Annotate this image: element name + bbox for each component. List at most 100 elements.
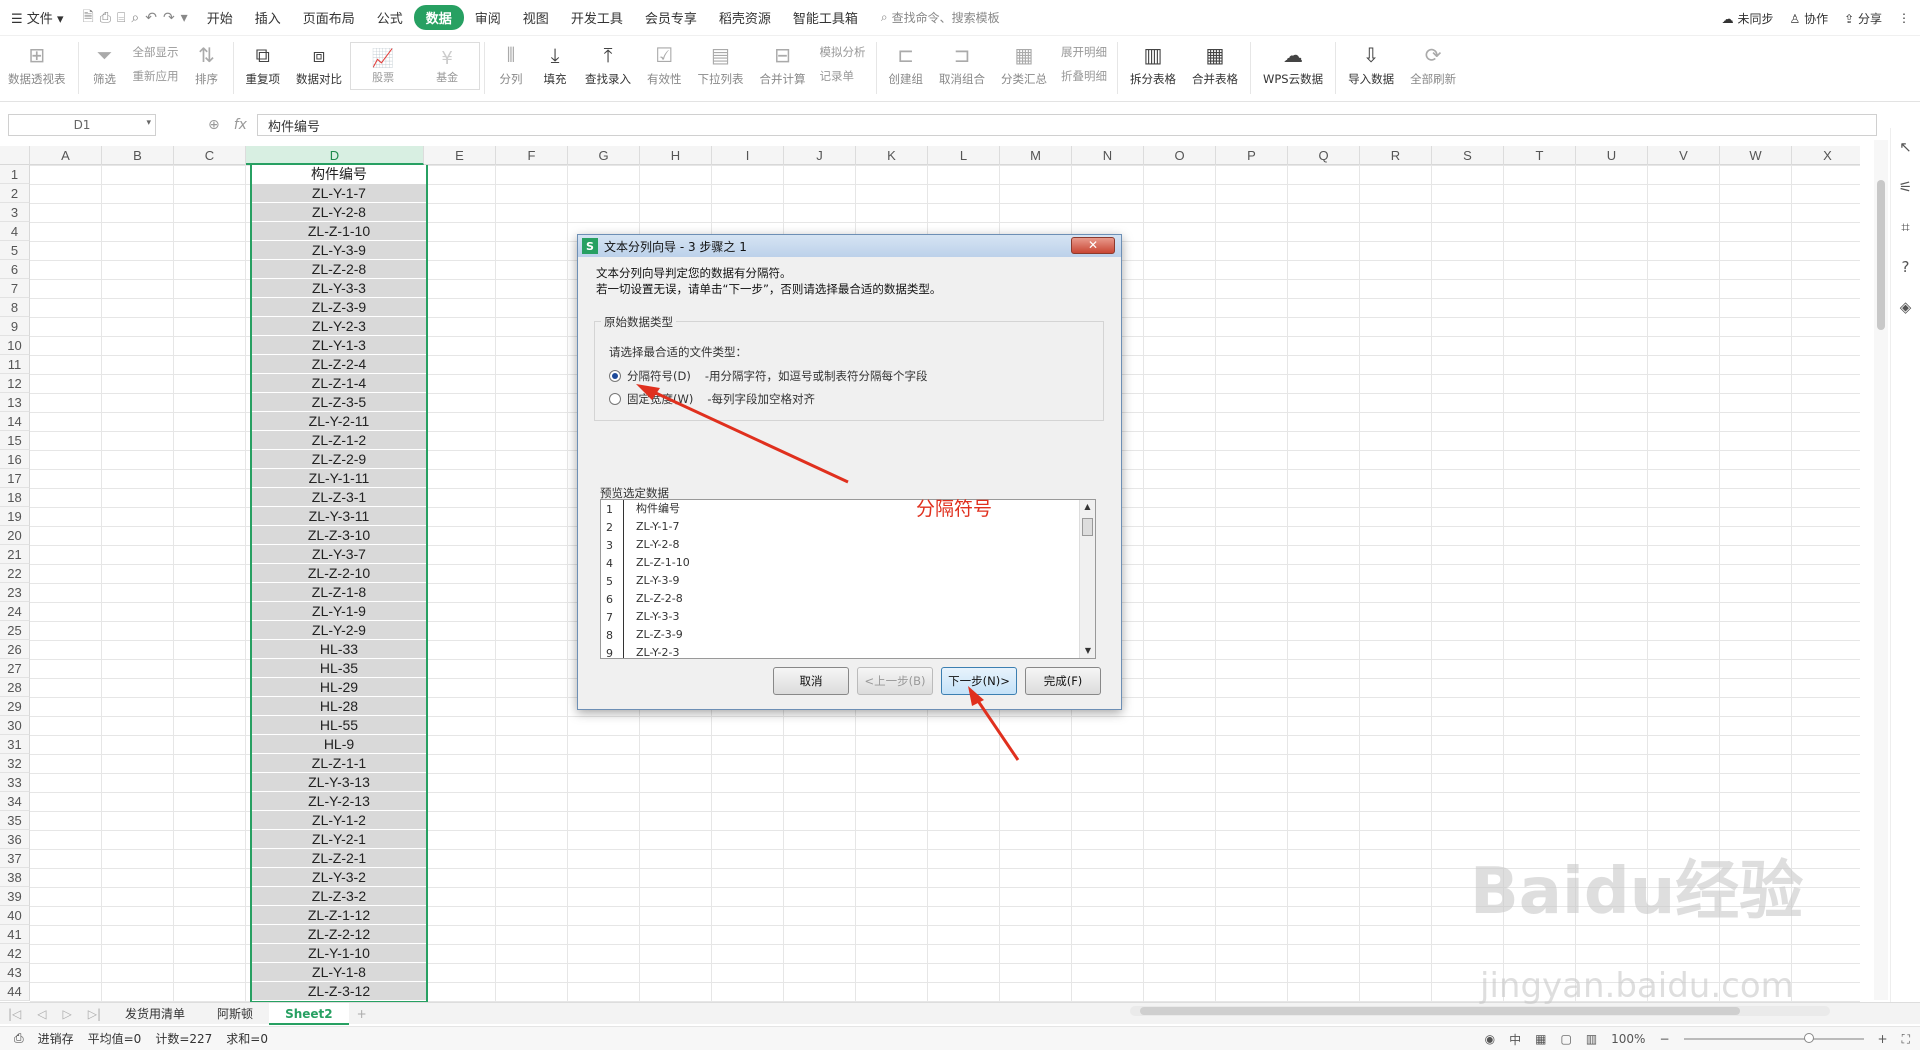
zoom-out-icon[interactable]: − bbox=[1659, 1032, 1669, 1046]
data-cell[interactable]: ZL-Y-2-13 bbox=[252, 792, 426, 811]
column-header-v[interactable]: V bbox=[1648, 146, 1720, 165]
data-cell[interactable]: HL-29 bbox=[252, 678, 426, 697]
row-header[interactable]: 14 bbox=[0, 412, 30, 431]
command-search[interactable]: ⌕ 查找命令、搜索模板 bbox=[881, 9, 1000, 26]
row-header[interactable]: 1 bbox=[0, 165, 30, 184]
data-cell[interactable]: HL-28 bbox=[252, 697, 426, 716]
undo-icon[interactable]: ↶ bbox=[145, 10, 157, 26]
page-layout-view-icon[interactable]: ▢ bbox=[1560, 1032, 1571, 1046]
row-header[interactable]: 42 bbox=[0, 944, 30, 963]
data-cell[interactable]: ZL-Z-2-8 bbox=[252, 260, 426, 279]
reapply-button[interactable]: 重新应用 bbox=[133, 68, 179, 84]
select-all-corner[interactable] bbox=[0, 146, 30, 165]
input-method-icon[interactable]: 中 bbox=[1509, 1031, 1521, 1048]
sync-button[interactable]: ☁ 未同步 bbox=[1722, 10, 1774, 27]
split-column-button[interactable]: ⫴ 分列 bbox=[489, 42, 533, 87]
finish-button[interactable]: 完成(F) bbox=[1025, 667, 1101, 695]
tab-member[interactable]: 会员专享 bbox=[634, 8, 708, 27]
share-button[interactable]: ⇪ 分享 bbox=[1844, 10, 1882, 27]
data-cell[interactable]: ZL-Z-3-1 bbox=[252, 488, 426, 507]
more-icon[interactable]: ▾ bbox=[181, 10, 188, 26]
tab-review[interactable]: 审阅 bbox=[464, 8, 512, 27]
row-header[interactable]: 8 bbox=[0, 298, 30, 317]
data-cell[interactable]: ZL-Z-1-10 bbox=[252, 222, 426, 241]
data-cell[interactable]: HL-33 bbox=[252, 640, 426, 659]
row-header[interactable]: 16 bbox=[0, 450, 30, 469]
name-box[interactable]: D1 ▾ bbox=[8, 114, 156, 136]
wps-cloud-data-button[interactable]: ☁ WPS云数据 bbox=[1255, 42, 1331, 87]
import-data-button[interactable]: ⇩ 导入数据 bbox=[1340, 42, 1402, 87]
data-cell[interactable]: ZL-Z-3-12 bbox=[252, 982, 426, 1001]
delimited-option[interactable]: 分隔符号(D) -用分隔字符，如逗号或制表符分隔每个字段 bbox=[609, 368, 927, 384]
print-icon[interactable]: ⌸ bbox=[117, 10, 125, 26]
row-header[interactable]: 2 bbox=[0, 184, 30, 203]
sheet-tab-1[interactable]: 发货用清单 bbox=[109, 1003, 201, 1025]
data-cell[interactable]: ZL-Z-1-12 bbox=[252, 906, 426, 925]
row-header[interactable]: 3 bbox=[0, 203, 30, 222]
add-sheet-icon[interactable]: + bbox=[349, 1007, 375, 1021]
header-cell[interactable]: 构件编号 bbox=[252, 165, 426, 184]
tab-page-layout[interactable]: 页面布局 bbox=[292, 8, 366, 27]
stocks-button[interactable]: 📈 股票 bbox=[372, 48, 394, 85]
tab-smart-tools[interactable]: 智能工具箱 bbox=[782, 8, 869, 27]
column-header-q[interactable]: Q bbox=[1288, 146, 1360, 165]
fixed-width-option[interactable]: 固定宽度(W) -每列字段加空格对齐 bbox=[609, 391, 815, 407]
export-pdf-icon[interactable]: ⎙ bbox=[100, 10, 111, 26]
lookup-entry-button[interactable]: ⤒ 查找录入 bbox=[577, 42, 639, 87]
data-cell[interactable]: ZL-Y-3-7 bbox=[252, 545, 426, 564]
sort-button[interactable]: ⇅ 排序 bbox=[185, 42, 229, 87]
formula-input[interactable]: 构件编号 bbox=[256, 114, 1877, 136]
row-header[interactable]: 9 bbox=[0, 317, 30, 336]
data-cell[interactable]: ZL-Y-3-13 bbox=[252, 773, 426, 792]
data-cell[interactable]: HL-9 bbox=[252, 735, 426, 754]
scroll-up-icon[interactable]: ▲ bbox=[1080, 500, 1095, 514]
tab-formulas[interactable]: 公式 bbox=[366, 8, 414, 27]
row-header[interactable]: 11 bbox=[0, 355, 30, 374]
zoom-icon[interactable]: ⊕ bbox=[208, 117, 220, 133]
prev-sheet-icon[interactable]: ◁ bbox=[29, 1007, 54, 1021]
cancel-button[interactable]: 取消 bbox=[773, 667, 849, 695]
settings-sliders-icon[interactable]: ⚟ bbox=[1899, 178, 1912, 196]
zoom-in-icon[interactable]: + bbox=[1878, 1032, 1888, 1046]
row-header[interactable]: 26 bbox=[0, 640, 30, 659]
column-header-n[interactable]: N bbox=[1072, 146, 1144, 165]
column-header-h[interactable]: H bbox=[640, 146, 712, 165]
fx-icon[interactable]: fx bbox=[234, 117, 247, 133]
data-cell[interactable]: ZL-Z-3-10 bbox=[252, 526, 426, 545]
row-header[interactable]: 38 bbox=[0, 868, 30, 887]
select-cursor-icon[interactable]: ↖ bbox=[1899, 138, 1912, 156]
preview-scrollbar[interactable]: ▲ ▼ bbox=[1079, 500, 1095, 658]
tab-docer[interactable]: 稻壳资源 bbox=[708, 8, 782, 27]
expand-detail-button[interactable]: 展开明细 bbox=[1061, 44, 1107, 60]
data-cell[interactable]: ZL-Y-1-11 bbox=[252, 469, 426, 488]
pivot-table-button[interactable]: ⊞ 数据透视表 bbox=[0, 42, 74, 87]
tab-developer[interactable]: 开发工具 bbox=[560, 8, 634, 27]
data-cell[interactable]: ZL-Z-3-2 bbox=[252, 887, 426, 906]
data-cell[interactable]: ZL-Y-1-2 bbox=[252, 811, 426, 830]
consolidate-button[interactable]: ⊟ 合并计算 bbox=[752, 42, 814, 87]
location-icon[interactable]: ◈ bbox=[1900, 298, 1912, 316]
row-header[interactable]: 33 bbox=[0, 773, 30, 792]
row-header[interactable]: 40 bbox=[0, 906, 30, 925]
row-header[interactable]: 22 bbox=[0, 564, 30, 583]
format-icon[interactable]: ⌗ bbox=[1901, 218, 1909, 236]
mode-label[interactable]: 进销存 bbox=[38, 1030, 74, 1047]
row-header[interactable]: 25 bbox=[0, 621, 30, 640]
merge-table-button[interactable]: ▦ 合并表格 bbox=[1184, 42, 1246, 87]
row-header[interactable]: 30 bbox=[0, 716, 30, 735]
row-header[interactable]: 44 bbox=[0, 982, 30, 1001]
row-header[interactable]: 24 bbox=[0, 602, 30, 621]
sheet-tab-2[interactable]: 阿斯顿 bbox=[201, 1003, 269, 1025]
column-header-a[interactable]: A bbox=[30, 146, 102, 165]
data-cell[interactable]: ZL-Z-2-10 bbox=[252, 564, 426, 583]
first-sheet-icon[interactable]: |◁ bbox=[0, 1007, 29, 1021]
data-cell[interactable]: ZL-Y-1-8 bbox=[252, 963, 426, 982]
zoom-slider[interactable] bbox=[1683, 1033, 1864, 1043]
column-header-m[interactable]: M bbox=[1000, 146, 1072, 165]
column-header-b[interactable]: B bbox=[102, 146, 174, 165]
previous-step-button[interactable]: <上一步(B) bbox=[857, 667, 933, 695]
row-header[interactable]: 32 bbox=[0, 754, 30, 773]
macro-icon[interactable]: ⎙ bbox=[14, 1031, 24, 1046]
sheet-tab-3[interactable]: Sheet2 bbox=[269, 1002, 349, 1025]
data-cell[interactable]: ZL-Y-2-11 bbox=[252, 412, 426, 431]
